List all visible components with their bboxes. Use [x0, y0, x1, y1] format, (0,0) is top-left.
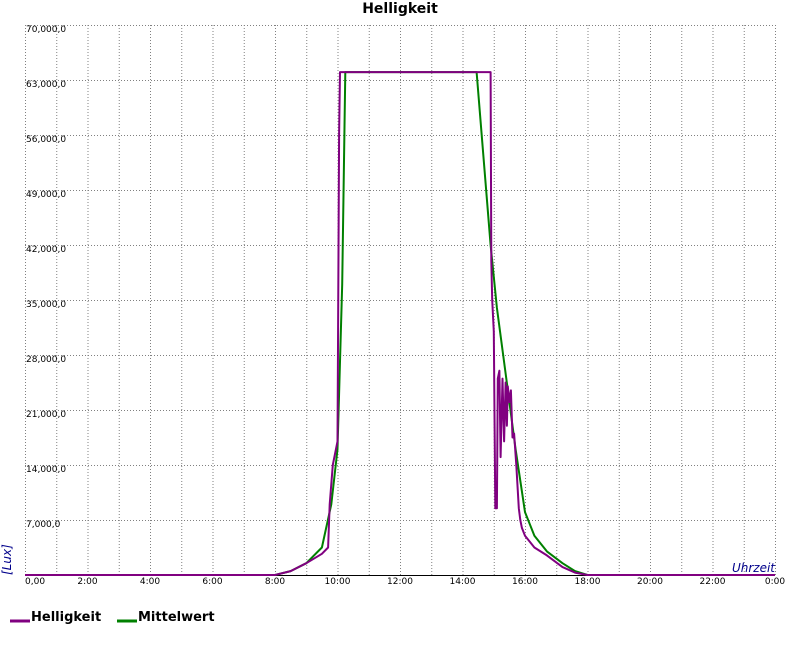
y-tick-label: 49,000,0 — [26, 190, 66, 200]
x-tick-label: 4:00 — [140, 577, 160, 587]
x-axis-label: Uhrzeit — [732, 561, 776, 575]
x-tick-label: 8:00 — [265, 577, 285, 587]
y-tick-label: 35,000,0 — [26, 300, 66, 310]
y-tick-label: 56,000,0 — [26, 135, 66, 145]
axes: 70,000,0 63,000,0 56,000,0 49,000,0 42,000,0… — [25, 25, 785, 587]
x-tick-label: 16:00 — [512, 577, 538, 587]
y-tick-label: 14,000,0 — [26, 465, 66, 475]
y-tick-label: 70,000,0 — [26, 25, 66, 35]
x-tick-label: 12:00 — [387, 577, 413, 587]
y-tick-label: 21,000,0 — [26, 410, 66, 420]
chart-title: Helligkeit — [362, 1, 438, 17]
chart: Helligkeit 70,000,0 63,000,0 56,000,0 49,00… — [0, 1, 785, 625]
legend: Helligkeit Mittelwert — [10, 610, 215, 625]
x-tick-label: 22:00 — [700, 577, 726, 587]
y-tick-label: 42,000,0 — [26, 245, 66, 255]
legend-label: Helligkeit — [31, 610, 101, 625]
y-tick-label: 28,000,0 — [26, 355, 66, 365]
x-tick-label: 10:00 — [325, 577, 351, 587]
legend-item-helligkeit: Helligkeit — [10, 610, 101, 625]
x-tick-label: 20:00 — [637, 577, 663, 587]
grid — [25, 25, 776, 575]
x-tick-label: 14:00 — [450, 577, 476, 587]
y-tick-label: 63,000,0 — [26, 80, 66, 90]
x-tick-label: 0:00 — [765, 577, 785, 587]
y-axis-label: [Lux] — [0, 544, 14, 575]
x-tick-label: 0,00 — [25, 577, 45, 587]
legend-item-mittelwert: Mittelwert — [117, 610, 215, 625]
legend-label: Mittelwert — [138, 610, 215, 625]
y-tick-label: 7,000,0 — [26, 520, 61, 530]
x-tick-label: 18:00 — [575, 577, 601, 587]
x-tick-label: 2:00 — [77, 577, 97, 587]
x-tick-label: 6:00 — [202, 577, 222, 587]
